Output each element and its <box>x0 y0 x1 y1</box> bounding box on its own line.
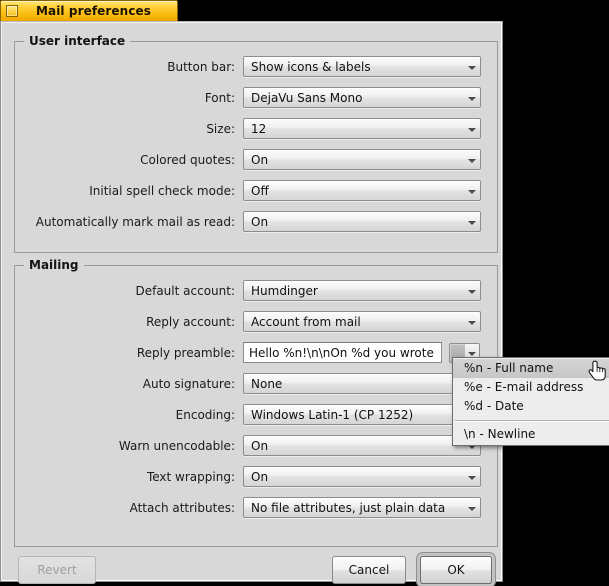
menu-item-newline[interactable]: \n - Newline <box>453 425 609 444</box>
label-button-bar: Button bar: <box>167 59 235 74</box>
menufield-colored-quotes[interactable]: On <box>243 149 481 170</box>
reply-preamble-value: Hello %n!\n\nOn %d you wrote <box>249 345 434 360</box>
menufield-text-wrapping-value: On <box>251 469 269 484</box>
menufield-size-value: 12 <box>251 121 267 136</box>
label-initial-spell-check-mode: Initial spell check mode: <box>89 183 235 198</box>
label-colored-quotes: Colored quotes: <box>140 152 235 167</box>
menufield-text-wrapping[interactable]: On <box>243 466 481 487</box>
menu-item-full-name[interactable]: %n - Full name <box>453 359 609 378</box>
row-button-bar: Button bar: Show icons & labels <box>15 56 481 77</box>
label-auto-signature: Auto signature: <box>142 376 235 391</box>
ok-button[interactable]: OK <box>420 556 492 584</box>
menu-separator <box>455 420 609 422</box>
row-colored-quotes: Colored quotes: On <box>15 149 481 170</box>
menufield-auto-mark-read-value: On <box>251 214 269 229</box>
menufield-warn-unencodable[interactable]: On <box>243 435 481 456</box>
row-size: Size: 12 <box>15 118 481 139</box>
row-default-account: Default account: Humdinger <box>15 280 481 301</box>
mail-preferences-window: Mail preferences User interface Button b… <box>0 0 503 584</box>
close-box-icon[interactable] <box>6 5 18 17</box>
cancel-button[interactable]: Cancel <box>332 556 406 584</box>
chevron-down-icon <box>462 212 480 231</box>
row-auto-mark-read: Automatically mark mail as read: On <box>15 211 481 232</box>
menufield-attach-attributes-value: No file attributes, just plain data <box>251 500 446 515</box>
label-size: Size: <box>206 121 235 136</box>
chevron-down-icon <box>462 150 480 169</box>
group-user-interface: User interface Button bar: Show icons & … <box>14 34 498 253</box>
reply-preamble-macro-menu: %n - Full name %e - E-mail address %d - … <box>452 357 609 446</box>
menufield-auto-signature[interactable]: None <box>243 373 481 394</box>
preferences-content: User interface Button bar: Show icons & … <box>6 26 498 584</box>
row-text-wrapping: Text wrapping: On <box>15 466 481 487</box>
menufield-warn-unencodable-value: On <box>251 438 269 453</box>
label-encoding: Encoding: <box>175 407 235 422</box>
chevron-down-icon <box>462 281 480 300</box>
chevron-down-icon <box>462 57 480 76</box>
menufield-colored-quotes-value: On <box>251 152 269 167</box>
row-reply-preamble: Reply preamble: Hello %n!\n\nOn %d you w… <box>15 342 480 363</box>
label-text-wrapping: Text wrapping: <box>146 469 235 484</box>
menufield-initial-spell-check-mode[interactable]: Off <box>243 180 481 201</box>
chevron-down-icon <box>462 88 480 107</box>
chevron-down-icon <box>462 181 480 200</box>
label-reply-preamble: Reply preamble: <box>136 345 235 360</box>
row-font: Font: DejaVu Sans Mono <box>15 87 481 108</box>
chevron-down-icon <box>462 312 480 331</box>
label-attach-attributes: Attach attributes: <box>129 500 235 515</box>
row-auto-signature: Auto signature: None <box>15 373 481 394</box>
row-encoding: Encoding: Windows Latin-1 (CP 1252) <box>15 404 481 425</box>
row-reply-account: Reply account: Account from mail <box>15 311 481 332</box>
menufield-font-value: DejaVu Sans Mono <box>251 90 363 105</box>
menu-item-email-address[interactable]: %e - E-mail address <box>453 378 609 397</box>
menu-item-date[interactable]: %d - Date <box>453 397 609 416</box>
menufield-encoding-value: Windows Latin-1 (CP 1252) <box>251 407 414 422</box>
label-auto-mark-read: Automatically mark mail as read: <box>35 214 235 229</box>
label-warn-unencodable: Warn unencodable: <box>118 438 235 453</box>
window-title-bar[interactable]: Mail preferences <box>0 0 178 21</box>
menufield-auto-mark-read[interactable]: On <box>243 211 481 232</box>
group-mailing-title: Mailing <box>24 258 84 272</box>
window-body: User interface Button bar: Show icons & … <box>0 21 503 584</box>
group-mailing: Mailing Default account: Humdinger Reply… <box>14 258 498 547</box>
window-title: Mail preferences <box>35 4 152 18</box>
menufield-default-account[interactable]: Humdinger <box>243 280 481 301</box>
chevron-down-icon <box>462 467 480 486</box>
row-warn-unencodable: Warn unencodable: On <box>15 435 481 456</box>
reply-preamble-input[interactable]: Hello %n!\n\nOn %d you wrote <box>243 342 442 363</box>
menufield-font[interactable]: DejaVu Sans Mono <box>243 87 481 108</box>
label-default-account: Default account: <box>135 283 235 298</box>
menufield-initial-spell-check-mode-value: Off <box>251 183 269 198</box>
menufield-auto-signature-value: None <box>251 376 283 391</box>
chevron-down-icon <box>462 498 480 517</box>
row-attach-attributes: Attach attributes: No file attributes, j… <box>15 497 481 518</box>
menufield-attach-attributes[interactable]: No file attributes, just plain data <box>243 497 481 518</box>
label-reply-account: Reply account: <box>146 314 235 329</box>
menufield-button-bar[interactable]: Show icons & labels <box>243 56 481 77</box>
group-user-interface-title: User interface <box>24 34 131 48</box>
row-initial-spell-check-mode: Initial spell check mode: Off <box>15 180 481 201</box>
chevron-down-icon <box>462 119 480 138</box>
revert-button[interactable]: Revert <box>18 556 96 584</box>
menufield-reply-account[interactable]: Account from mail <box>243 311 481 332</box>
menufield-default-account-value: Humdinger <box>251 283 318 298</box>
menufield-encoding[interactable]: Windows Latin-1 (CP 1252) <box>243 404 481 425</box>
menufield-reply-account-value: Account from mail <box>251 314 361 329</box>
menufield-button-bar-value: Show icons & labels <box>251 59 371 74</box>
menufield-size[interactable]: 12 <box>243 118 481 139</box>
label-font: Font: <box>204 90 235 105</box>
